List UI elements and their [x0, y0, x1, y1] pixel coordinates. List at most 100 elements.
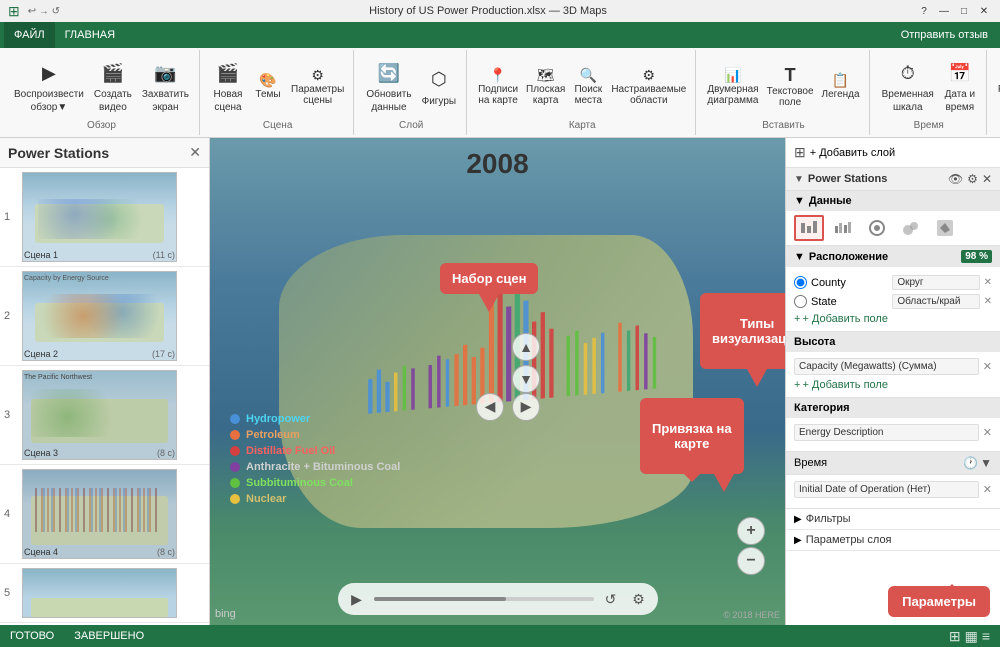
- status-icon-1[interactable]: ⊞: [949, 628, 961, 645]
- layer-row: ▼ Power Stations 👁 ⚙ ✕: [786, 168, 1000, 191]
- height-section-header: Высота: [786, 332, 1000, 352]
- callout-params: Параметры: [888, 586, 990, 617]
- review-editor-button[interactable]: 👁 Редактор обзора: [995, 66, 1000, 107]
- scene-item-5[interactable]: 5: [0, 564, 209, 623]
- send-feedback[interactable]: Отправить отзыв: [893, 27, 996, 43]
- datetime-button[interactable]: 📅 Дата и время: [940, 57, 980, 115]
- ribbon-group-label: Обзор: [87, 120, 116, 133]
- time-group-label: Время: [914, 120, 944, 133]
- layer-eye-icon[interactable]: 👁: [948, 172, 963, 186]
- zoom-controls: + −: [737, 517, 765, 575]
- height-field-remove[interactable]: ✕: [983, 360, 992, 373]
- map-group-label: Карта: [569, 120, 596, 133]
- add-height-field[interactable]: + + Добавить поле: [794, 379, 992, 391]
- ribbon-group-map: 📍 Подписи на карте 🗺 Плоская карта 🔍 Пои…: [469, 50, 696, 135]
- nav-right-button[interactable]: ▶: [512, 393, 540, 421]
- zoom-in-button[interactable]: +: [737, 517, 765, 545]
- scene-item-2[interactable]: 2 Сцена 2 (17 с) Capacity by Energy Sour…: [0, 267, 209, 366]
- flat-map-button[interactable]: 🗺 Плоская карта: [523, 66, 568, 107]
- map-area[interactable]: 2008 Hydropower Petroleum Distillate Fue…: [210, 138, 785, 625]
- status-icon-2[interactable]: ▦: [965, 628, 978, 645]
- menu-file[interactable]: ФАЙЛ: [4, 22, 55, 48]
- shapes-button[interactable]: ⬡ Фигуры: [418, 64, 460, 109]
- time-clock-icon[interactable]: 🕐: [963, 456, 978, 470]
- county-radio[interactable]: [794, 276, 807, 289]
- viz-region[interactable]: [930, 215, 960, 241]
- height-label: Высота: [794, 336, 835, 348]
- time-field-remove[interactable]: ✕: [983, 483, 992, 496]
- scene-item-1[interactable]: 1 Сцена 1 (11 с): [0, 168, 209, 267]
- zoom-out-button[interactable]: −: [737, 547, 765, 575]
- category-content: Energy Description ✕: [786, 418, 1000, 451]
- layer-params-accordion[interactable]: ▶ Параметры слоя: [786, 530, 1000, 551]
- time-dropdown-icon[interactable]: ▼: [980, 456, 992, 470]
- legend-dot-hydropower: [230, 414, 240, 424]
- scene-params-button[interactable]: ⚙ Параметры сцены: [288, 66, 347, 107]
- data-section-header[interactable]: ▼ Данные: [786, 191, 1000, 211]
- themes-button[interactable]: 🎨 Темы: [250, 71, 286, 101]
- year-label: 2008: [466, 148, 528, 180]
- state-radio[interactable]: [794, 295, 807, 308]
- refresh-icon: 🔄: [375, 59, 403, 87]
- time-content: Initial Date of Operation (Нет) ✕: [786, 475, 1000, 508]
- help-button[interactable]: ?: [916, 3, 932, 19]
- minimize-button[interactable]: —: [936, 3, 952, 19]
- add-layer-button[interactable]: ⊞ + Добавить слой: [794, 144, 895, 161]
- nav-left-button[interactable]: ◀: [476, 393, 504, 421]
- add-location-field[interactable]: + + Добавить поле: [794, 313, 992, 325]
- close-button[interactable]: ✕: [976, 3, 992, 19]
- textbox-button[interactable]: T Текстовое поле: [764, 64, 817, 109]
- status-done: ЗАВЕРШЕНО: [74, 630, 144, 642]
- chart-2d-button[interactable]: 📊 Двумерная диаграмма: [704, 66, 761, 107]
- height-section: Высота Capacity (Megawatts) (Сумма) ✕ + …: [786, 332, 1000, 398]
- layers-icon: ⊞: [794, 144, 806, 161]
- create-video-button[interactable]: 🎬 Создать видео: [90, 57, 136, 115]
- location-section-header[interactable]: ▼ Расположение 98 %: [786, 246, 1000, 267]
- layer-close-icon[interactable]: ✕: [982, 172, 992, 186]
- bing-logo: bing: [215, 608, 236, 620]
- capture-button[interactable]: 📷 Захватить экран: [138, 57, 193, 115]
- scenes-close-button[interactable]: ✕: [189, 144, 201, 161]
- scene-group-label: Сцена: [263, 120, 292, 133]
- timeline-settings-button[interactable]: ⚙: [628, 588, 650, 610]
- viz-heat-map[interactable]: [862, 215, 892, 241]
- ribbon-group-review: ▶ Воспроизвести обзор▼ 🎬 Создать видео 📷…: [4, 50, 200, 135]
- scene-number-2: 2: [4, 310, 18, 322]
- status-icon-3[interactable]: ≡: [982, 628, 990, 644]
- filters-accordion[interactable]: ▶ Фильтры: [786, 509, 1000, 530]
- maximize-button[interactable]: □: [956, 3, 972, 19]
- timeline-loop-button[interactable]: ↺: [600, 588, 622, 610]
- timeline-button[interactable]: ⏱ Временная шкала: [878, 57, 938, 115]
- timeline-icon: ⏱: [894, 59, 922, 87]
- layer-gear-icon[interactable]: ⚙: [967, 172, 978, 186]
- legend-button[interactable]: 📋 Легенда: [819, 71, 863, 101]
- nav-up-button[interactable]: ▲: [512, 333, 540, 361]
- play-button[interactable]: ▶ Воспроизвести обзор▼: [10, 57, 88, 115]
- new-scene-button[interactable]: 🎬 Новая сцена: [208, 57, 248, 115]
- scene-number-1: 1: [4, 211, 18, 223]
- category-field-value: Energy Description: [794, 424, 979, 441]
- viz-bubble[interactable]: [896, 215, 926, 241]
- data-section: ▼ Данные: [786, 191, 1000, 246]
- menu-home[interactable]: ГЛАВНАЯ: [55, 22, 125, 48]
- category-section: Категория Energy Description ✕: [786, 398, 1000, 452]
- custom-areas-button[interactable]: ⚙ Настраиваемые области: [608, 66, 689, 107]
- viz-stacked-bar[interactable]: [794, 215, 824, 241]
- state-remove[interactable]: ✕: [984, 296, 992, 307]
- location-content: County Округ ✕ State Область/край ✕ + + …: [786, 267, 1000, 331]
- category-field-remove[interactable]: ✕: [983, 426, 992, 439]
- play-icon: ▶: [35, 59, 63, 87]
- map-labels-button[interactable]: 📍 Подписи на карте: [475, 66, 521, 107]
- legend-nuclear: Nuclear: [230, 493, 400, 505]
- nav-down-button[interactable]: ▼: [512, 365, 540, 393]
- timeline-track[interactable]: [374, 597, 594, 601]
- viz-clustered-bar[interactable]: [828, 215, 858, 241]
- layer-collapse-icon[interactable]: ▼: [794, 174, 804, 185]
- scene-item-3[interactable]: 3 The Pacific Northwest Сцена 3 (8 с): [0, 366, 209, 465]
- play-timeline-button[interactable]: ▶: [346, 588, 368, 610]
- refresh-data-button[interactable]: 🔄 Обновить данные: [362, 57, 415, 115]
- scene-item-4[interactable]: 4 Сцена 4 (8 с): [0, 465, 209, 564]
- ribbon: ▶ Воспроизвести обзор▼ 🎬 Создать видео 📷…: [0, 48, 1000, 138]
- county-remove[interactable]: ✕: [984, 277, 992, 288]
- search-place-button[interactable]: 🔍 Поиск места: [570, 66, 606, 107]
